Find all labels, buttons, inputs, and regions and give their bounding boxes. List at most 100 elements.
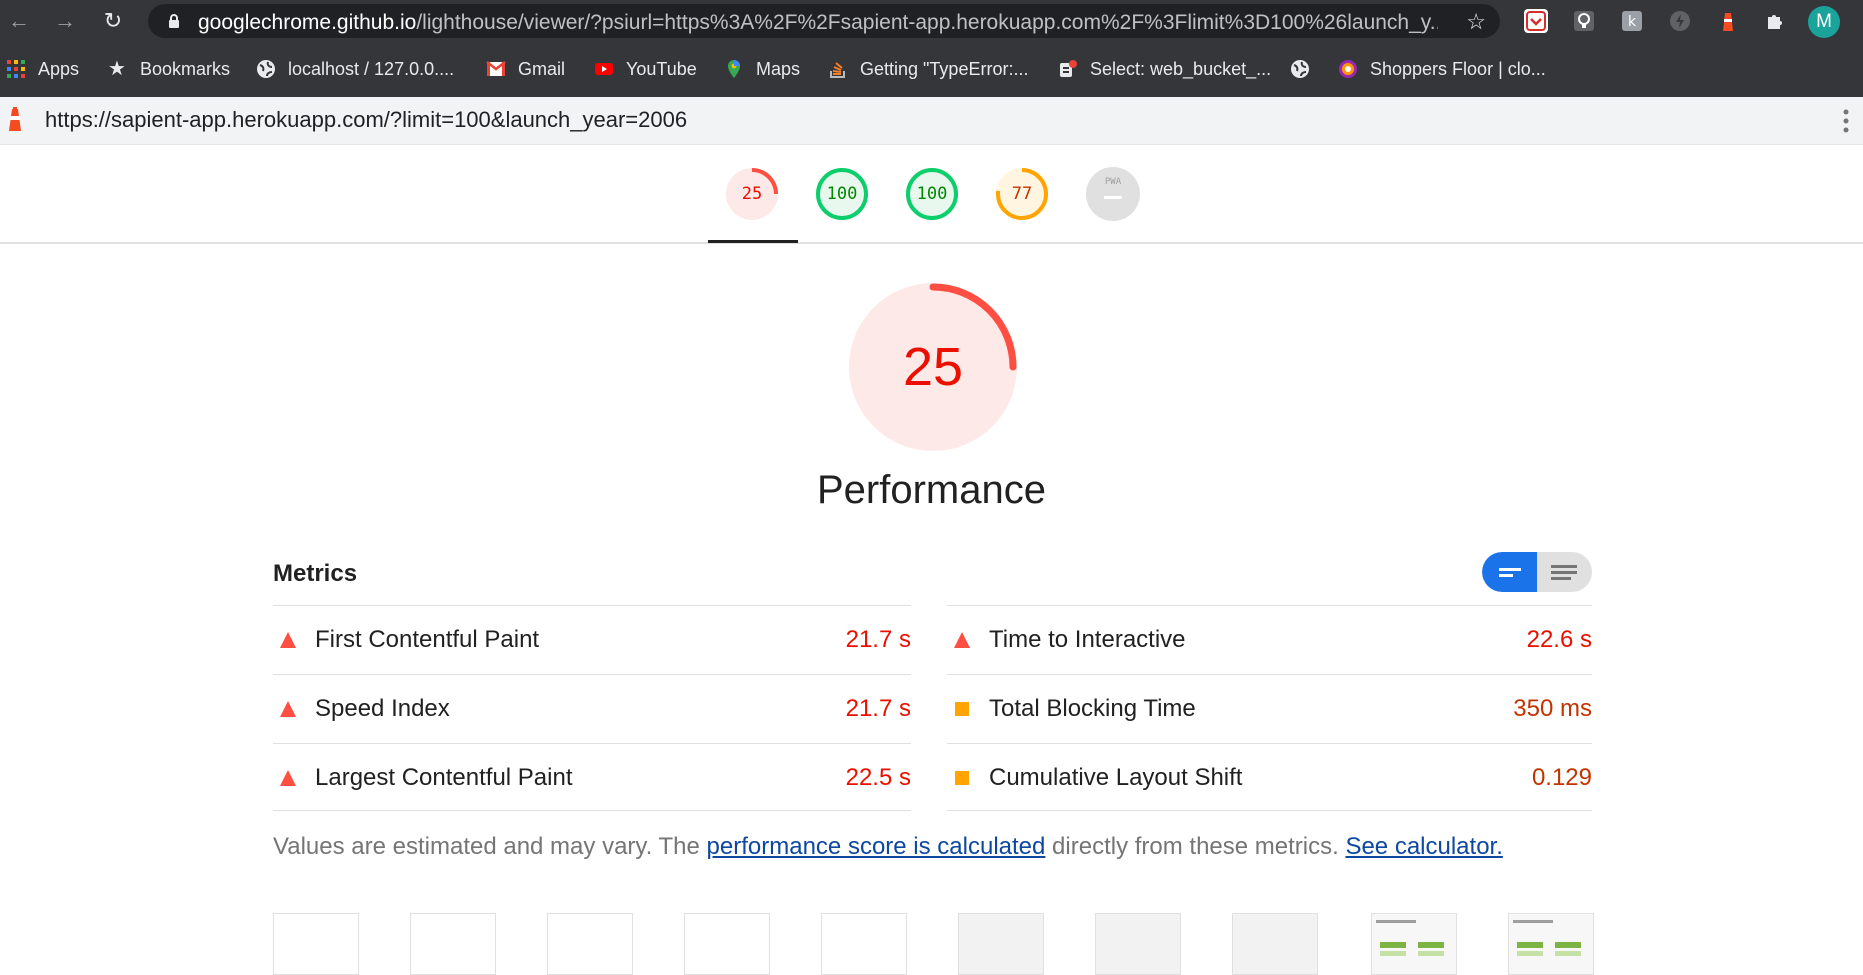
fail-triangle-icon [954,632,970,648]
reload-icon[interactable]: ↻ [100,8,126,34]
gauge-seo[interactable]: 77 [995,167,1049,221]
fail-triangle-icon [280,770,296,786]
apps-grid-icon [7,60,25,78]
bookmark-label: Maps [756,58,801,79]
bookmark-label: localhost / 127.0.0.... [288,58,455,79]
gauge-pwa[interactable]: PWA [1086,167,1140,221]
metrics-heading: Metrics [273,560,358,587]
browser-chrome: ← → ↻ googlechrome.github.io/lighthouse/… [0,0,1863,97]
gauge-score: 25 [741,184,763,204]
bookmark-label: Apps [38,58,80,79]
toggle-summary-view[interactable] [1482,552,1537,592]
gauge-pwa-label: PWA [1104,177,1122,187]
filmstrip-frame [958,913,1044,975]
forward-arrow-icon[interactable]: → [52,8,78,34]
gauge-score: 77 [1011,184,1033,204]
extension-k-icon[interactable]: k [1620,9,1644,33]
bookmark-bookmarks[interactable]: ★ Bookmarks [108,56,230,82]
metric-row-first-contentful-paint: First Contentful Paint 21.7 s [273,605,911,674]
browser-toolbar: ← → ↻ googlechrome.github.io/lighthouse/… [0,0,1863,42]
page-preview-image [1513,920,1581,956]
more-options-icon[interactable] [1843,109,1849,133]
bookmark-apps[interactable]: Apps [6,56,79,82]
see-calculator-link[interactable]: See calculator. [1345,833,1502,860]
page-preview-image [1376,920,1444,956]
metrics-view-toggle[interactable] [1482,552,1592,592]
lighthouse-logo-icon [9,107,21,131]
metrics-divider [273,810,911,811]
url-path: /lighthouse/viewer/?psiurl=https%3A%2F%2… [416,11,1438,34]
star-icon: ★ [108,58,126,80]
gauge-score: 100 [826,184,858,204]
metric-value: 21.7 s [845,695,911,722]
bookmark-stackoverflow[interactable]: Getting "TypeError:... [828,56,1028,82]
short-lines-icon [1499,568,1521,577]
metric-row-time-to-interactive: Time to Interactive 22.6 s [947,605,1592,674]
gmail-icon [486,61,506,76]
bookmark-select-web-bucket[interactable]: Select: web_bucket_... [1058,56,1271,82]
score-calculated-link[interactable]: performance score is calculated [707,833,1046,860]
profile-avatar[interactable]: M [1808,6,1840,38]
filmstrip-frame [1232,913,1318,975]
metric-value: 21.7 s [845,626,911,653]
performance-main-score: 25 [902,337,964,397]
bookmarks-bar: Apps ★ Bookmarks localhost / 127.0.0.... … [0,52,1863,86]
gauge-accessibility[interactable]: 100 [815,167,869,221]
bookmark-shoppers-floor[interactable]: Shoppers Floor | clo... [1338,56,1546,82]
filmstrip-frame [1371,913,1457,975]
filmstrip-frame [547,913,633,975]
metric-row-total-blocking-time: Total Blocking Time 350 ms [947,674,1592,743]
report-url[interactable]: https://sapient-app.herokuapp.com/?limit… [45,107,687,133]
bookmark-label: Select: web_bucket_... [1090,58,1272,79]
metric-label: Total Blocking Time [989,695,1196,722]
shoppers-floor-icon [1339,60,1357,78]
category-gauges: 25 100 100 77 PWA [0,145,1863,244]
bookmark-star-icon[interactable]: ☆ [1466,9,1486,35]
metric-value: 22.6 s [1526,626,1592,653]
filmstrip-frame [273,913,359,975]
metrics-footnote: Values are estimated and may vary. The p… [273,833,1503,861]
metric-row-cumulative-layout-shift: Cumulative Layout Shift 0.129 [947,743,1592,812]
bookmark-label: Gmail [518,58,566,79]
average-square-icon [955,702,969,716]
back-arrow-icon[interactable]: ← [6,8,32,34]
bookmark-label: Getting "TypeError:... [860,58,1029,79]
report-url-bar: https://sapient-app.herokuapp.com/?limit… [0,97,1863,145]
address-bar[interactable]: googlechrome.github.io/lighthouse/viewer… [148,4,1500,38]
lightbulb-extension-icon[interactable] [1572,9,1596,33]
footnote-text: directly from these metrics. [1045,833,1346,860]
globe-icon [257,60,275,78]
svg-text:k: k [1628,14,1637,30]
bookmark-gmail[interactable]: Gmail [486,56,565,82]
filmstrip-frame [410,913,496,975]
footnote-text: Values are estimated and may vary. The [273,833,707,860]
metric-row-largest-contentful-paint: Largest Contentful Paint 22.5 s [273,743,911,812]
url-host: googlechrome.github.io [198,11,417,34]
filmstrip-frame [1095,913,1181,975]
bookmark-maps[interactable]: Maps [724,56,800,82]
bookmark-youtube[interactable]: YouTube [594,56,697,82]
metric-row-speed-index: Speed Index 21.7 s [273,674,911,743]
bookmark-label: YouTube [626,58,697,79]
lightning-extension-icon[interactable] [1668,9,1692,33]
metric-label: Speed Index [315,695,450,722]
gauge-performance[interactable]: 25 [725,167,779,221]
active-tab-indicator [708,240,798,243]
metric-label: Cumulative Layout Shift [989,764,1243,791]
bookmark-globe[interactable] [1290,56,1322,82]
filmstrip-frame [684,913,770,975]
bookmark-localhost[interactable]: localhost / 127.0.0.... [256,56,454,82]
metric-value: 350 ms [1513,695,1592,722]
address-bar-url[interactable]: googlechrome.github.io/lighthouse/viewer… [198,11,1438,35]
extensions-puzzle-icon[interactable] [1764,9,1788,33]
fail-triangle-icon [280,632,296,648]
lighthouse-extension-icon[interactable] [1716,9,1740,33]
metric-label: Time to Interactive [989,626,1186,653]
gauge-score: 100 [916,184,948,204]
toggle-detail-view[interactable] [1537,552,1592,592]
fail-triangle-icon [280,701,296,717]
pocket-extension-icon[interactable] [1524,9,1548,33]
gauge-best-practices[interactable]: 100 [905,167,959,221]
stackoverflow-icon [830,62,845,78]
bookmark-label: Bookmarks [140,58,231,79]
